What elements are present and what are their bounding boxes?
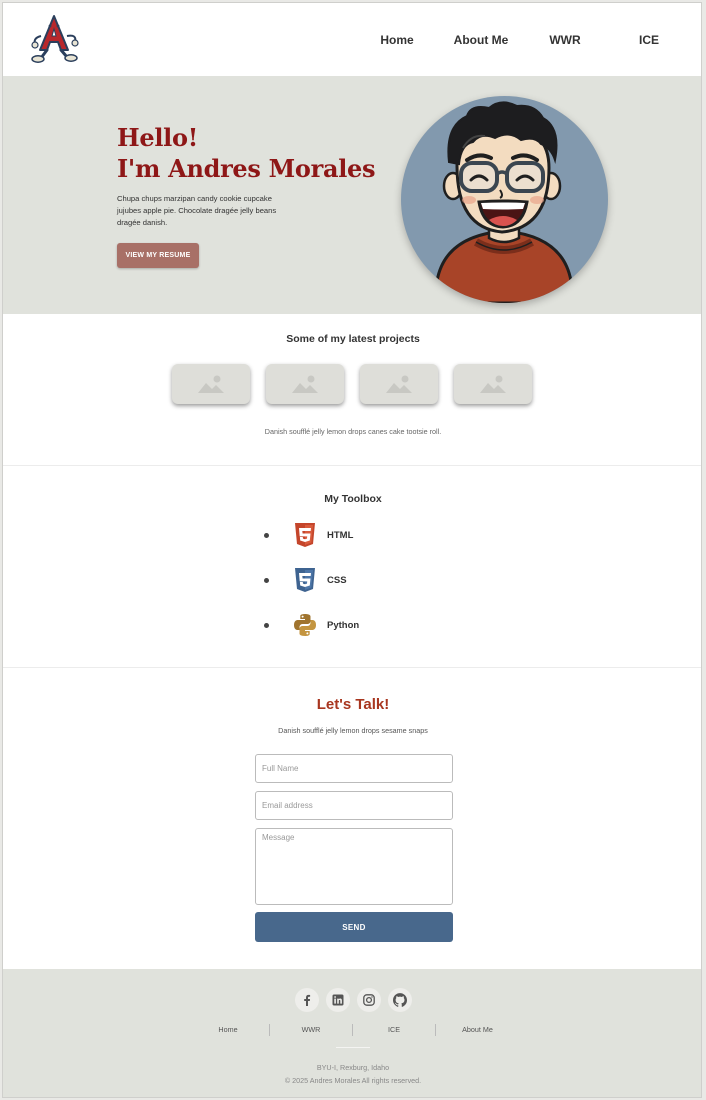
contact-title: Let's Talk!	[316, 696, 390, 713]
hero-name: I'm Andres Morales	[117, 154, 376, 183]
footer-copyright: © 2025 Andres Morales All rights reserve…	[284, 1076, 422, 1085]
send-button[interactable]: SEND	[255, 912, 453, 942]
toolbox-item-css: CSS	[264, 568, 347, 592]
footer-divider	[336, 1047, 370, 1048]
nav-home[interactable]: Home	[355, 33, 439, 47]
email-field[interactable]	[255, 791, 453, 820]
instagram-icon[interactable]	[356, 988, 381, 1012]
contact-section: Let's Talk! Danish soufflé jelly lemon d…	[3, 669, 701, 969]
social-links	[3, 988, 701, 1012]
image-placeholder-icon	[386, 375, 412, 393]
toolbox-item-label: Python	[327, 619, 360, 631]
image-placeholder-icon	[480, 375, 506, 393]
page-frame: Home About Me WWR ICE Hello! I'm Andres …	[2, 2, 702, 1098]
toolbox-item-label: HTML	[327, 529, 354, 541]
projects-caption: Danish soufflé jelly lemon drops canes c…	[264, 427, 442, 436]
toolbox-item-html: HTML	[264, 523, 353, 547]
avatar-illustration	[435, 101, 573, 303]
site-header: Home About Me WWR ICE	[3, 3, 701, 76]
projects-section: Some of my latest projects Danish souffl…	[3, 314, 701, 466]
github-icon[interactable]	[387, 988, 412, 1012]
nav-wwr[interactable]: WWR	[523, 33, 607, 47]
project-card[interactable]	[266, 364, 344, 404]
footer-nav-wwr[interactable]: WWR	[270, 1024, 353, 1036]
image-placeholder-icon	[198, 375, 224, 393]
footer-nav: Home WWR ICE About Me	[187, 1024, 519, 1036]
hero-description: Chupa chups marzipan candy cookie cupcak…	[117, 194, 277, 227]
project-cards	[172, 364, 532, 404]
avatar	[401, 96, 608, 303]
full-name-field[interactable]	[255, 754, 453, 783]
projects-title: Some of my latest projects	[286, 333, 420, 345]
contact-subtitle: Danish soufflé jelly lemon drops sesame …	[278, 726, 428, 735]
footer-location: BYU-I, Rexburg, Idaho	[316, 1063, 390, 1072]
toolbox-item-python: Python	[264, 613, 359, 637]
project-card[interactable]	[454, 364, 532, 404]
list-bullet	[264, 532, 269, 538]
message-field[interactable]	[255, 828, 453, 905]
toolbox-item-label: CSS	[327, 574, 347, 586]
nav-about-me[interactable]: About Me	[439, 33, 523, 47]
hero-greeting: Hello!	[117, 123, 198, 152]
main-nav: Home About Me WWR ICE	[355, 3, 691, 76]
hero-section: Hello! I'm Andres Morales Chupa chups ma…	[3, 76, 701, 314]
nav-ice[interactable]: ICE	[607, 33, 691, 47]
footer-nav-ice[interactable]: ICE	[353, 1024, 436, 1036]
toolbox-section: My Toolbox HTML CSS Python	[3, 467, 701, 668]
project-card[interactable]	[360, 364, 438, 404]
view-resume-button[interactable]: VIEW MY RESUME	[117, 243, 199, 268]
hero-title: Hello! I'm Andres Morales	[117, 122, 376, 184]
logo[interactable]	[25, 12, 83, 64]
logo-icon	[31, 15, 79, 63]
python-icon	[293, 613, 317, 637]
toolbox-title: My Toolbox	[324, 493, 382, 505]
facebook-icon[interactable]	[294, 988, 319, 1012]
site-footer: Home WWR ICE About Me BYU-I, Rexburg, Id…	[3, 969, 701, 1097]
footer-nav-about-me[interactable]: About Me	[436, 1024, 519, 1036]
list-bullet	[264, 622, 269, 628]
project-card[interactable]	[172, 364, 250, 404]
html5-icon	[293, 523, 317, 547]
css3-icon	[293, 568, 317, 592]
linkedin-icon[interactable]	[325, 988, 350, 1012]
list-bullet	[264, 577, 269, 583]
footer-nav-home[interactable]: Home	[187, 1024, 270, 1036]
image-placeholder-icon	[292, 375, 318, 393]
